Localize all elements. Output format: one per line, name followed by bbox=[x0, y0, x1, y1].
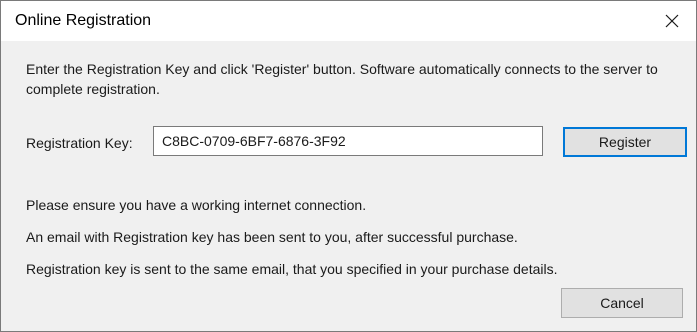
register-button[interactable]: Register bbox=[563, 127, 687, 157]
dialog-title: Online Registration bbox=[15, 12, 152, 29]
close-button[interactable] bbox=[654, 5, 690, 37]
registration-dialog: Online Registration Enter the Registrati… bbox=[0, 0, 697, 332]
close-icon bbox=[665, 14, 679, 28]
info-email-sent: An email with Registration key has been … bbox=[26, 229, 518, 245]
info-same-email: Registration key is sent to the same ema… bbox=[26, 261, 558, 277]
instructions-text: Enter the Registration Key and click 'Re… bbox=[26, 61, 658, 97]
info-internet-connection: Please ensure you have a working interne… bbox=[26, 197, 367, 213]
registration-key-input[interactable] bbox=[153, 126, 543, 156]
cancel-button[interactable]: Cancel bbox=[561, 288, 683, 318]
title-bar: Online Registration bbox=[1, 1, 696, 41]
registration-key-label: Registration Key: bbox=[26, 135, 133, 151]
